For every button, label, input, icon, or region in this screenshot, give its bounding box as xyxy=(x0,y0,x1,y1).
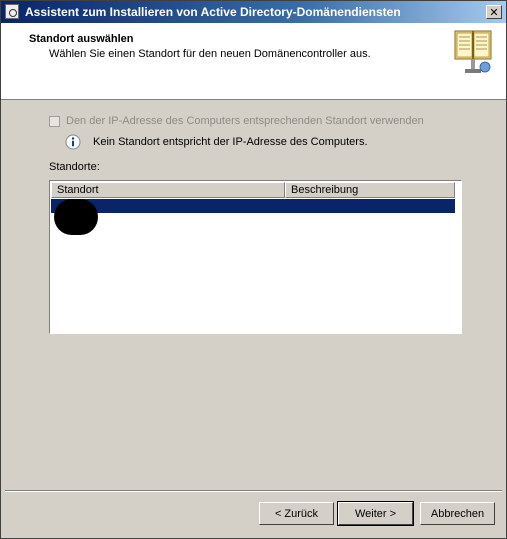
info-text: Kein Standort entspricht der IP-Adresse … xyxy=(93,136,368,148)
window-title: Assistent zum Installieren von Active Di… xyxy=(25,5,401,19)
list-header: Standort Beschreibung xyxy=(51,182,455,198)
close-icon: ✕ xyxy=(489,6,499,19)
column-header-description[interactable]: Beschreibung xyxy=(285,182,455,198)
use-ip-site-option: Den der IP-Adresse des Computers entspre… xyxy=(49,115,424,127)
page-subtitle: Wählen Sie einen Standort für den neuen … xyxy=(49,48,371,60)
redacted-site-name xyxy=(54,199,98,235)
use-ip-site-checkbox xyxy=(49,115,60,127)
wizard-window: Assistent zum Installieren von Active Di… xyxy=(0,0,507,539)
page-title: Standort auswählen xyxy=(29,33,134,45)
sites-label: Standorte: xyxy=(49,161,100,173)
close-button[interactable]: ✕ xyxy=(486,5,502,19)
wizard-header: Standort auswählen Wählen Sie einen Stan… xyxy=(1,23,506,100)
button-separator xyxy=(5,490,502,492)
sites-list[interactable]: Standort Beschreibung xyxy=(49,180,462,334)
wizard-window-icon xyxy=(5,4,19,19)
book-icon xyxy=(454,30,492,73)
wizard-content: Den der IP-Adresse des Computers entspre… xyxy=(1,100,506,491)
info-icon xyxy=(65,134,81,150)
cancel-button[interactable]: Abbrechen xyxy=(420,502,495,525)
next-button[interactable]: Weiter > xyxy=(337,501,414,526)
list-item-selected[interactable] xyxy=(51,199,455,213)
column-header-site[interactable]: Standort xyxy=(51,182,285,198)
info-message: Kein Standort entspricht der IP-Adresse … xyxy=(65,134,368,150)
use-ip-site-label: Den der IP-Adresse des Computers entspre… xyxy=(66,115,424,127)
title-bar[interactable]: Assistent zum Installieren von Active Di… xyxy=(1,1,506,23)
back-button[interactable]: < Zurück xyxy=(259,502,334,525)
